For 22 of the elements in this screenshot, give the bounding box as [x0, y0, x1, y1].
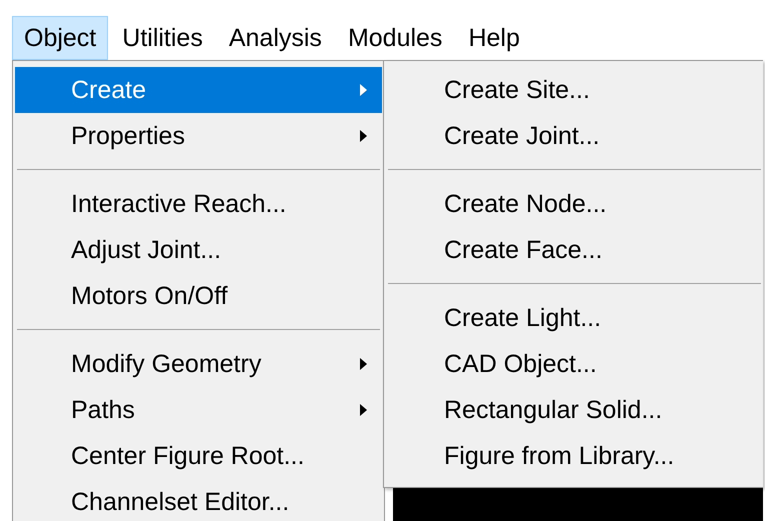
menu-bar-item[interactable]: Object: [12, 16, 108, 60]
menu-item[interactable]: Properties: [15, 113, 382, 159]
menu-item[interactable]: Rectangular Solid...: [386, 387, 763, 433]
menu-item[interactable]: Adjust Joint...: [15, 227, 382, 273]
menu-item[interactable]: Modify Geometry: [15, 341, 382, 387]
menu-item[interactable]: CAD Object...: [386, 341, 763, 387]
menu-bar-item[interactable]: Modules: [336, 16, 454, 60]
menu-item[interactable]: Create Joint...: [386, 113, 763, 159]
menu-item[interactable]: Channelset Editor...: [15, 479, 382, 521]
menu-item[interactable]: Motors On/Off: [15, 273, 382, 319]
menu-item[interactable]: Create: [15, 67, 382, 113]
menu-item[interactable]: Create Node...: [386, 181, 763, 227]
menu-bar-item[interactable]: Analysis: [216, 16, 334, 60]
menu-item[interactable]: Interactive Reach...: [15, 181, 382, 227]
menu-item[interactable]: Create Site...: [386, 67, 763, 113]
menu-item[interactable]: Paths: [15, 387, 382, 433]
menu-bar-item[interactable]: Utilities: [110, 16, 215, 60]
menu-item[interactable]: Center Figure Root...: [15, 433, 382, 479]
menu-bar-item[interactable]: Help: [456, 16, 532, 60]
menu-item[interactable]: Create Face...: [386, 227, 763, 273]
menu-item[interactable]: Create Light...: [386, 295, 763, 341]
menu-item[interactable]: Figure from Library...: [386, 433, 763, 479]
